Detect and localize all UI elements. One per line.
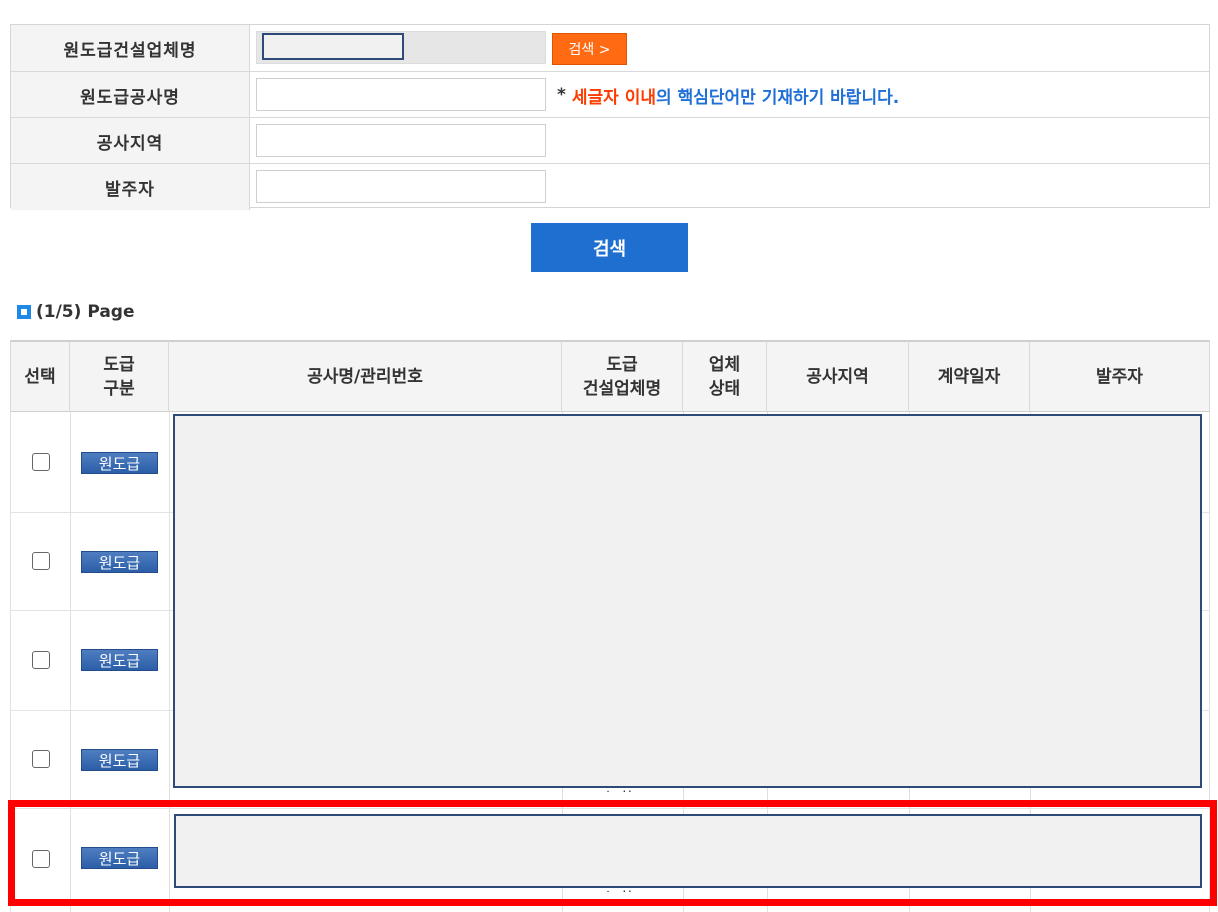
contract-type-badge: 원도급: [81, 847, 158, 869]
header-contract-date: 계약일자: [909, 340, 1030, 412]
form-row-contractor: 원도급건설업체명 검색 >: [11, 25, 1209, 71]
column-divider: [169, 412, 170, 912]
redacted-row-content: [174, 814, 1202, 888]
form-row-region: 공사지역: [11, 117, 1209, 164]
page-indicator: (1/5) Page: [17, 300, 135, 324]
results-table: 선택 도급 구분 공사명/관리번호 도급 건설업체명 업체 상태 공사지역 계약…: [10, 340, 1210, 912]
column-divider: [10, 412, 11, 912]
row-checkbox[interactable]: [32, 453, 50, 471]
contract-type-badge: 원도급: [81, 452, 158, 474]
column-divider: [1209, 412, 1210, 912]
redacted-rows-content: [173, 414, 1202, 788]
form-row-project: 원도급공사명 * 세글자 이내 의 핵심단어만 기재하기 바랍니다.: [11, 71, 1209, 118]
header-client: 발주자: [1030, 340, 1210, 412]
row-checkbox[interactable]: [32, 651, 50, 669]
search-form: 원도급건설업체명 검색 > 원도급공사명 * 세글자 이내 의 핵심단어만 기재…: [10, 24, 1210, 210]
client-label: 발주자: [11, 164, 250, 210]
hint-star: *: [557, 85, 566, 105]
page-indicator-text: (1/5) Page: [36, 302, 135, 322]
redacted-contractor-value: [262, 33, 404, 60]
region-input[interactable]: [256, 124, 546, 157]
client-input[interactable]: [256, 170, 546, 203]
contractor-label: 원도급건설업체명: [11, 25, 250, 71]
row-checkbox[interactable]: [32, 850, 50, 868]
project-label: 원도급공사명: [11, 72, 250, 118]
header-company-status: 업체 상태: [683, 340, 767, 412]
row-checkbox[interactable]: [32, 552, 50, 570]
region-label: 공사지역: [11, 118, 250, 164]
contract-type-badge: 원도급: [81, 649, 158, 671]
column-divider: [70, 412, 71, 912]
form-row-client: 발주자: [11, 163, 1209, 210]
header-project-name: 공사명/관리번호: [169, 340, 562, 412]
header-contract-type: 도급 구분: [70, 340, 169, 412]
header-region: 공사지역: [767, 340, 909, 412]
row-divider: [10, 808, 1210, 809]
hint-blue-text: 의 핵심단어만 기재하기 바랍니다.: [656, 87, 900, 108]
contractor-search-button[interactable]: 검색 >: [552, 33, 627, 65]
project-name-input[interactable]: [256, 78, 546, 111]
search-button[interactable]: 검색: [531, 223, 688, 272]
project-hint: * 세글자 이내 의 핵심단어만 기재하기 바랍니다.: [557, 72, 899, 118]
contract-type-badge: 원도급: [81, 749, 158, 771]
header-contractor: 도급 건설업체명: [562, 340, 683, 412]
square-bullet-icon: [17, 305, 31, 319]
header-select: 선택: [10, 340, 70, 412]
contract-type-badge: 원도급: [81, 551, 158, 573]
row-checkbox[interactable]: [32, 750, 50, 768]
hint-red-text: 세글자 이내: [571, 87, 657, 108]
